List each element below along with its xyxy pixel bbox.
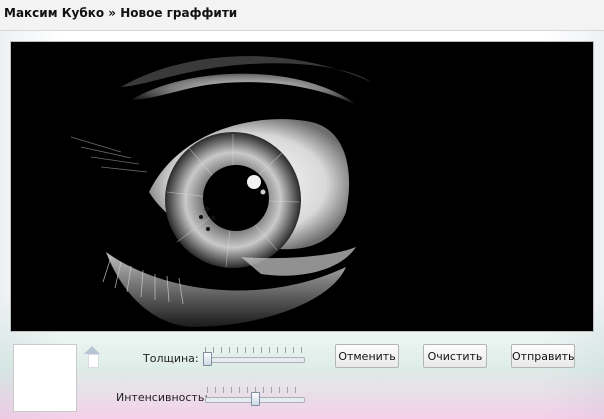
arrow-stem-icon xyxy=(88,354,99,368)
expand-arrow-icon[interactable] xyxy=(84,346,100,354)
thickness-slider[interactable] xyxy=(203,346,305,368)
thickness-ticks xyxy=(205,347,303,353)
intensity-label: Интенсивность: xyxy=(116,391,209,404)
title-bar: Максим Кубко » Новое граффити xyxy=(0,0,604,31)
thickness-thumb[interactable] xyxy=(203,352,212,366)
intensity-slider[interactable] xyxy=(205,386,305,408)
clear-button[interactable]: Очистить xyxy=(423,344,487,368)
eye-drawing xyxy=(11,42,593,331)
thickness-label: Толщина: xyxy=(143,352,199,365)
page-title: Максим Кубко » Новое граффити xyxy=(4,6,238,20)
controls-panel: Толщина: Интенсивность: Отменить Очистит… xyxy=(0,336,604,419)
undo-button[interactable]: Отменить xyxy=(335,344,399,368)
brush-preview xyxy=(13,344,77,412)
send-button[interactable]: Отправить xyxy=(511,344,575,368)
thickness-track xyxy=(203,357,305,363)
graffiti-canvas[interactable] xyxy=(10,41,594,332)
intensity-thumb[interactable] xyxy=(250,392,260,406)
